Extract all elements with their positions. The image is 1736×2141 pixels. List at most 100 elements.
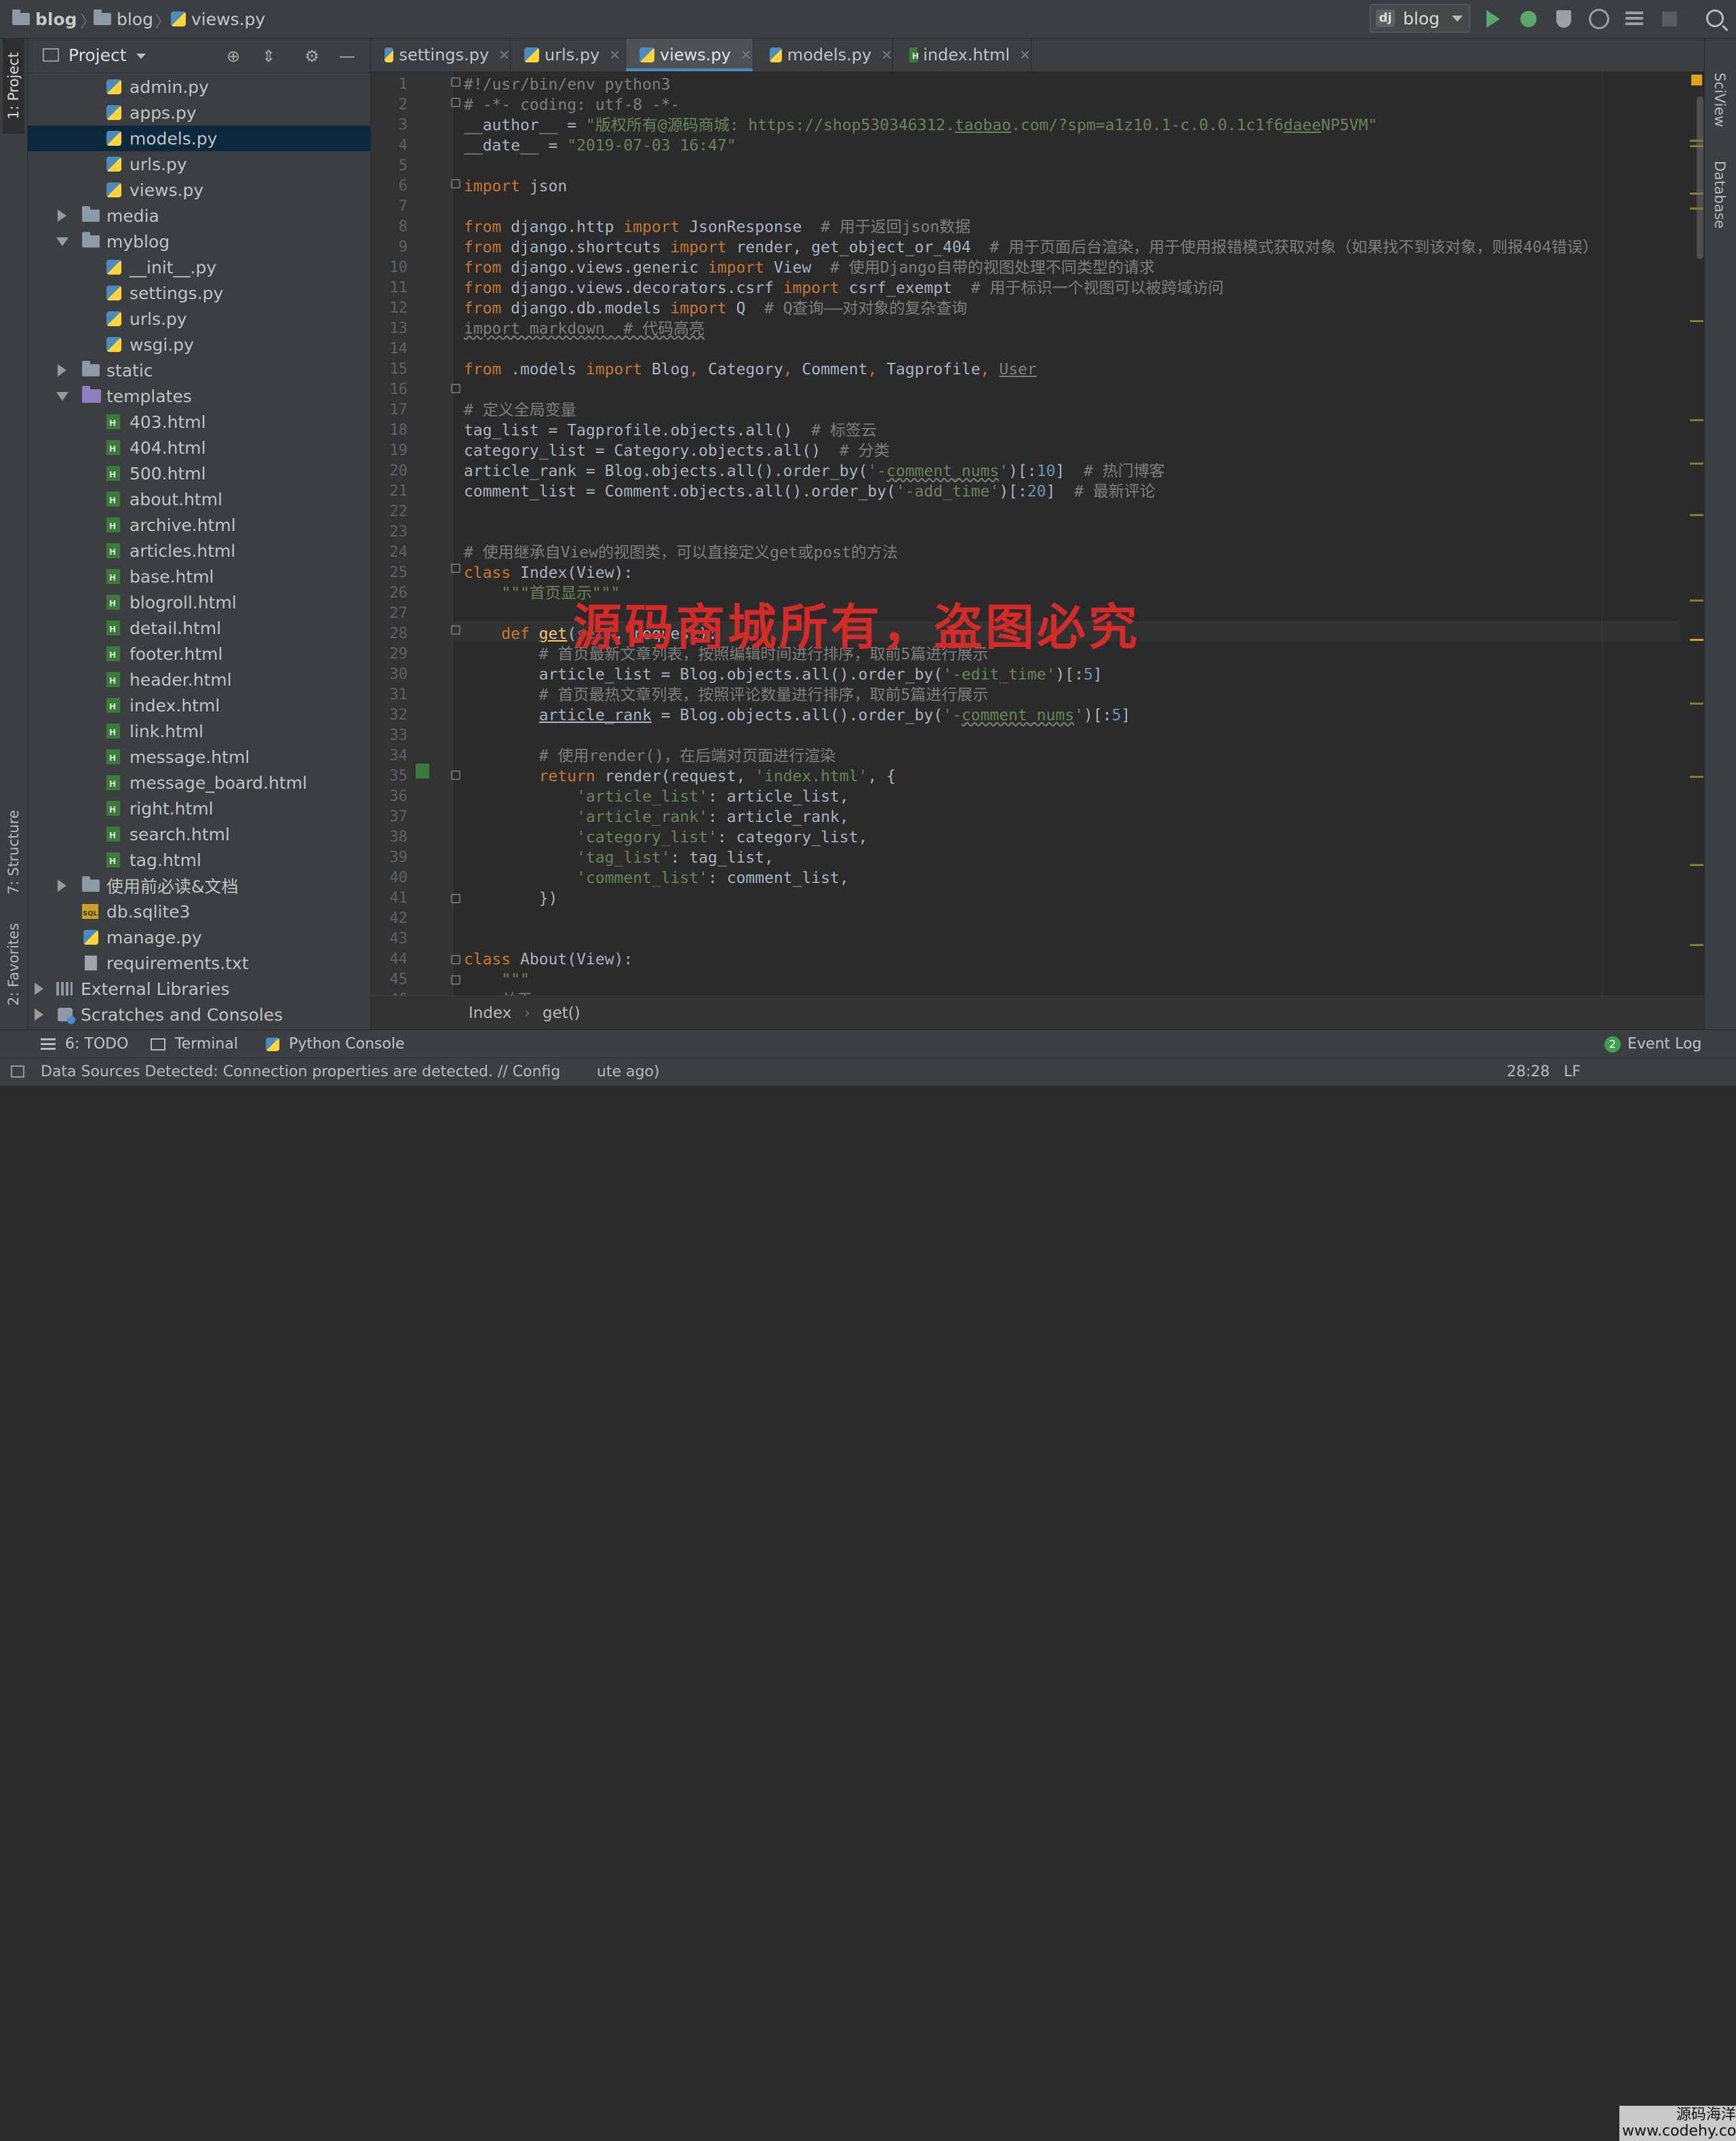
stripe-mark[interactable] bbox=[1690, 514, 1703, 516]
stripe-mark[interactable] bbox=[1690, 639, 1703, 641]
fold-marker-icon[interactable] bbox=[451, 955, 460, 964]
tree-item-archive-html[interactable]: archive.html bbox=[28, 512, 370, 538]
minimize-icon[interactable]: — bbox=[338, 47, 356, 65]
tab-project[interactable]: 1: Project bbox=[3, 39, 24, 134]
expand-arrow-icon[interactable] bbox=[58, 880, 66, 892]
tab-views-py[interactable]: views.py ✕ bbox=[626, 39, 753, 71]
tree-item-myblog[interactable]: myblog bbox=[28, 229, 370, 254]
tree-item-search-html[interactable]: search.html bbox=[28, 821, 370, 847]
close-icon[interactable]: ✕ bbox=[1019, 47, 1031, 63]
python-console-button[interactable]: Python Console bbox=[266, 1036, 405, 1053]
stop-button[interactable] bbox=[1659, 8, 1680, 30]
stripe-mark[interactable] bbox=[1690, 419, 1703, 421]
fold-marker-icon[interactable] bbox=[451, 384, 460, 393]
tree-item-blogroll-html[interactable]: blogroll.html bbox=[28, 589, 370, 615]
tree-item-articles-html[interactable]: articles.html bbox=[28, 538, 370, 564]
caret-position[interactable]: 28:28 bbox=[1507, 1063, 1550, 1080]
close-icon[interactable]: ✕ bbox=[498, 47, 510, 63]
tree-item-media[interactable]: media bbox=[28, 203, 370, 229]
tree-item-models-py[interactable]: models.py bbox=[28, 125, 370, 151]
tree-item-link-html[interactable]: link.html bbox=[28, 718, 370, 744]
tree-item-db-sqlite3[interactable]: SQL db.sqlite3 bbox=[28, 899, 370, 924]
error-stripe[interactable] bbox=[1680, 72, 1704, 996]
line-separator[interactable]: LF bbox=[1564, 1063, 1581, 1080]
profile-button[interactable] bbox=[1588, 8, 1610, 30]
tree-item-tag-html[interactable]: tag.html bbox=[28, 847, 370, 873]
tree-item-docs-folder[interactable]: 使用前必读&文档 bbox=[28, 873, 370, 899]
stripe-mark[interactable] bbox=[1690, 864, 1703, 866]
expand-arrow-icon[interactable] bbox=[58, 210, 66, 222]
run-configuration-dropdown[interactable]: dj blog bbox=[1370, 4, 1470, 33]
tree-item-footer-html[interactable]: footer.html bbox=[28, 641, 370, 667]
fold-marker-icon[interactable] bbox=[451, 625, 460, 635]
tree-item-detail-html[interactable]: detail.html bbox=[28, 615, 370, 641]
tree-item-static[interactable]: static bbox=[28, 357, 370, 383]
tree-item-scratches[interactable]: Scratches and Consoles bbox=[28, 1002, 370, 1027]
fold-marker-icon[interactable] bbox=[451, 179, 460, 189]
stripe-mark[interactable] bbox=[1690, 776, 1703, 778]
tab-models-py[interactable]: models.py ✕ bbox=[753, 39, 893, 71]
tab-settings-py[interactable]: settings.py ✕ bbox=[371, 39, 511, 71]
tree-item-settings-py[interactable]: settings.py bbox=[28, 280, 370, 306]
fold-marker-icon[interactable] bbox=[451, 770, 460, 780]
tree-item-base-html[interactable]: base.html bbox=[28, 564, 370, 589]
tree-item-views-py[interactable]: views.py bbox=[28, 177, 370, 203]
vertical-scrollbar[interactable] bbox=[1697, 96, 1703, 259]
fold-marker-icon[interactable] bbox=[451, 77, 460, 87]
event-log-button[interactable]: 2 Event Log bbox=[1604, 1036, 1701, 1053]
tree-item-templates[interactable]: templates bbox=[28, 383, 370, 409]
gear-icon[interactable]: ⚙ bbox=[303, 47, 321, 65]
warning-icon[interactable] bbox=[1691, 75, 1702, 85]
stripe-mark[interactable] bbox=[1690, 208, 1703, 210]
status-message[interactable]: Data Sources Detected: Connection proper… bbox=[41, 1063, 560, 1080]
breadcrumb-project[interactable]: blog bbox=[12, 7, 77, 31]
breadcrumb-package[interactable]: blog bbox=[94, 7, 153, 31]
tree-item-init-py[interactable]: __init__.py bbox=[28, 254, 370, 280]
tab-sciview[interactable]: SciView bbox=[1712, 73, 1728, 127]
template-link-icon[interactable] bbox=[416, 764, 429, 779]
toggle-tool-windows-icon[interactable] bbox=[11, 1065, 24, 1078]
tree-item-about-html[interactable]: about.html bbox=[28, 486, 370, 512]
tree-item-404-html[interactable]: 404.html bbox=[28, 435, 370, 460]
debug-button[interactable] bbox=[1518, 8, 1539, 30]
tree-item-apps-py[interactable]: apps.py bbox=[28, 100, 370, 125]
terminal-button[interactable]: Terminal bbox=[151, 1036, 238, 1053]
tab-database[interactable]: Database bbox=[1712, 161, 1728, 229]
stripe-mark[interactable] bbox=[1690, 193, 1703, 195]
stripe-mark[interactable] bbox=[1690, 320, 1703, 322]
todo-button[interactable]: 6: TODO bbox=[41, 1036, 128, 1053]
tree-item-manage-py[interactable]: manage.py bbox=[28, 924, 370, 950]
tree-item-index-html[interactable]: index.html bbox=[28, 692, 370, 718]
close-icon[interactable]: ✕ bbox=[609, 47, 620, 63]
fold-marker-icon[interactable] bbox=[451, 564, 460, 573]
close-icon[interactable]: ✕ bbox=[881, 47, 892, 63]
stripe-mark[interactable] bbox=[1690, 600, 1703, 602]
fold-marker-icon[interactable] bbox=[451, 975, 460, 985]
run-button[interactable] bbox=[1482, 8, 1504, 30]
tab-favorites[interactable]: 2: Favorites bbox=[3, 900, 24, 1029]
tree-item-admin-py[interactable]: admin.py bbox=[28, 74, 370, 100]
stripe-mark[interactable] bbox=[1690, 703, 1703, 705]
tree-item-urls-py[interactable]: urls.py bbox=[28, 306, 370, 332]
code-editor[interactable]: 1 2 3 4 5 6 7 8 9 10 11 12 13 14 15 16 17 18 19 20 21 22 23 24 2… bbox=[371, 72, 1704, 996]
breadcrumb-class[interactable]: Index bbox=[469, 1004, 511, 1022]
tree-item-external-libraries[interactable]: External Libraries bbox=[28, 976, 370, 1002]
tab-urls-py[interactable]: urls.py ✕ bbox=[511, 39, 626, 71]
close-icon[interactable]: ✕ bbox=[741, 47, 752, 63]
coverage-button[interactable] bbox=[1553, 8, 1575, 30]
tree-item-urls-py[interactable]: urls.py bbox=[28, 151, 370, 177]
fold-marker-icon[interactable] bbox=[451, 98, 460, 107]
tree-item-wsgi-py[interactable]: wsgi.py bbox=[28, 332, 370, 357]
tree-item-requirements-txt[interactable]: requirements.txt bbox=[28, 950, 370, 976]
tree-item-500-html[interactable]: 500.html bbox=[28, 460, 370, 486]
tree-item-message-board-html[interactable]: message_board.html bbox=[28, 770, 370, 795]
chevron-down-icon[interactable] bbox=[136, 54, 146, 59]
tree-item-403-html[interactable]: 403.html bbox=[28, 409, 370, 435]
expand-arrow-icon[interactable] bbox=[58, 364, 66, 376]
locate-icon[interactable]: ⊕ bbox=[224, 47, 242, 65]
tab-index-html[interactable]: index.html✕ bbox=[893, 39, 1031, 71]
build-button[interactable] bbox=[1623, 8, 1645, 30]
collapse-all-icon[interactable]: ⇕ bbox=[260, 47, 277, 65]
collapse-arrow-icon[interactable] bbox=[56, 237, 68, 246]
stripe-mark[interactable] bbox=[1690, 463, 1703, 465]
